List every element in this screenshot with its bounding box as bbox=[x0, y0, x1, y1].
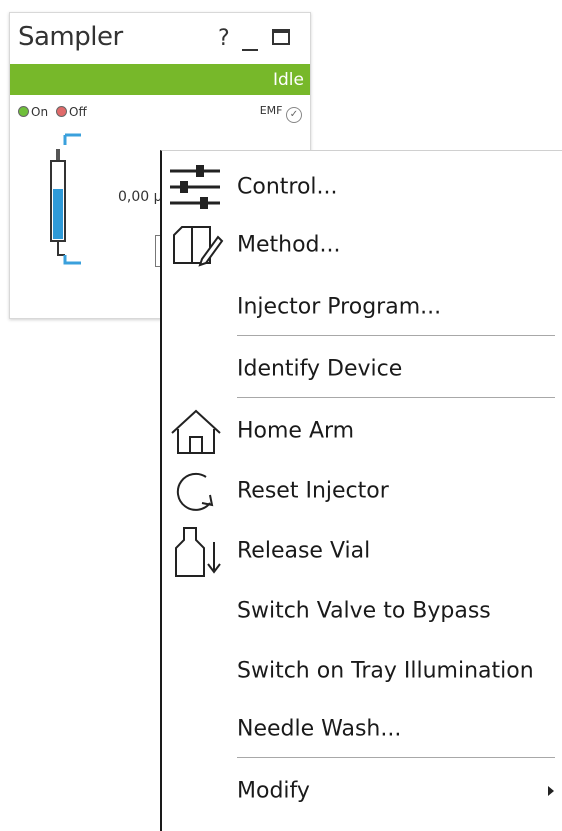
power-on-icon bbox=[18, 106, 29, 117]
menu-item-modify[interactable]: Modify bbox=[162, 763, 562, 819]
menu-item-label: Identify Device bbox=[237, 356, 403, 382]
context-menu: Control... Method... Injector Program...… bbox=[160, 150, 562, 831]
sliders-icon bbox=[170, 165, 220, 209]
minimize-button[interactable] bbox=[242, 49, 258, 51]
menu-item-needle-wash[interactable]: Needle Wash... bbox=[162, 701, 562, 757]
menu-item-release-vial[interactable]: Release Vial bbox=[162, 523, 562, 579]
menu-item-label: Switch Valve to Bypass bbox=[237, 598, 491, 624]
off-button[interactable]: Off bbox=[56, 105, 87, 119]
menu-item-label: Needle Wash... bbox=[237, 716, 402, 742]
menu-item-label: Method... bbox=[237, 232, 341, 258]
menu-item-label: Injector Program... bbox=[237, 294, 442, 320]
menu-item-tray-illumination[interactable]: Switch on Tray Illumination bbox=[162, 643, 562, 699]
on-button[interactable]: On bbox=[18, 105, 48, 119]
menu-item-identify-device[interactable]: Identify Device bbox=[162, 341, 562, 397]
submenu-arrow-icon bbox=[548, 786, 554, 796]
emf-label: EMF bbox=[259, 104, 283, 117]
on-label: On bbox=[31, 105, 49, 119]
menu-item-label: Home Arm bbox=[237, 418, 355, 444]
menu-item-home-arm[interactable]: Home Arm bbox=[162, 403, 562, 459]
status-bar: Idle bbox=[10, 64, 310, 95]
menu-item-label: Switch on Tray Illumination bbox=[237, 658, 534, 684]
help-button[interactable]: ? bbox=[218, 28, 230, 50]
syringe-icon bbox=[50, 133, 81, 265]
menu-item-method[interactable]: Method... bbox=[162, 217, 562, 273]
menu-item-reset-injector[interactable]: Reset Injector bbox=[162, 463, 562, 519]
panel-title: Sampler bbox=[18, 22, 123, 52]
menu-item-label: Modify bbox=[237, 778, 310, 804]
power-off-icon bbox=[56, 106, 67, 117]
home-icon bbox=[171, 409, 221, 454]
menu-item-injector-program[interactable]: Injector Program... bbox=[162, 279, 562, 335]
volume-reading: 0,00 μ bbox=[118, 189, 163, 205]
menu-item-control[interactable]: Control... bbox=[162, 159, 562, 215]
menu-item-label: Control... bbox=[237, 174, 338, 200]
menu-item-label: Reset Injector bbox=[237, 478, 389, 504]
method-icon bbox=[173, 226, 224, 267]
status-text: Idle bbox=[273, 70, 304, 90]
menu-separator bbox=[237, 397, 555, 398]
check-circle-icon: ✓ bbox=[286, 107, 302, 123]
menu-separator bbox=[237, 335, 555, 336]
release-vial-icon bbox=[175, 527, 221, 577]
emf-indicator[interactable]: EMF ✓ bbox=[260, 104, 302, 123]
reset-icon bbox=[176, 472, 214, 511]
menu-separator bbox=[237, 757, 555, 758]
maximize-button[interactable] bbox=[272, 29, 290, 45]
menu-item-switch-valve[interactable]: Switch Valve to Bypass bbox=[162, 583, 562, 639]
menu-item-label: Release Vial bbox=[237, 538, 371, 564]
off-label: Off bbox=[69, 105, 87, 119]
